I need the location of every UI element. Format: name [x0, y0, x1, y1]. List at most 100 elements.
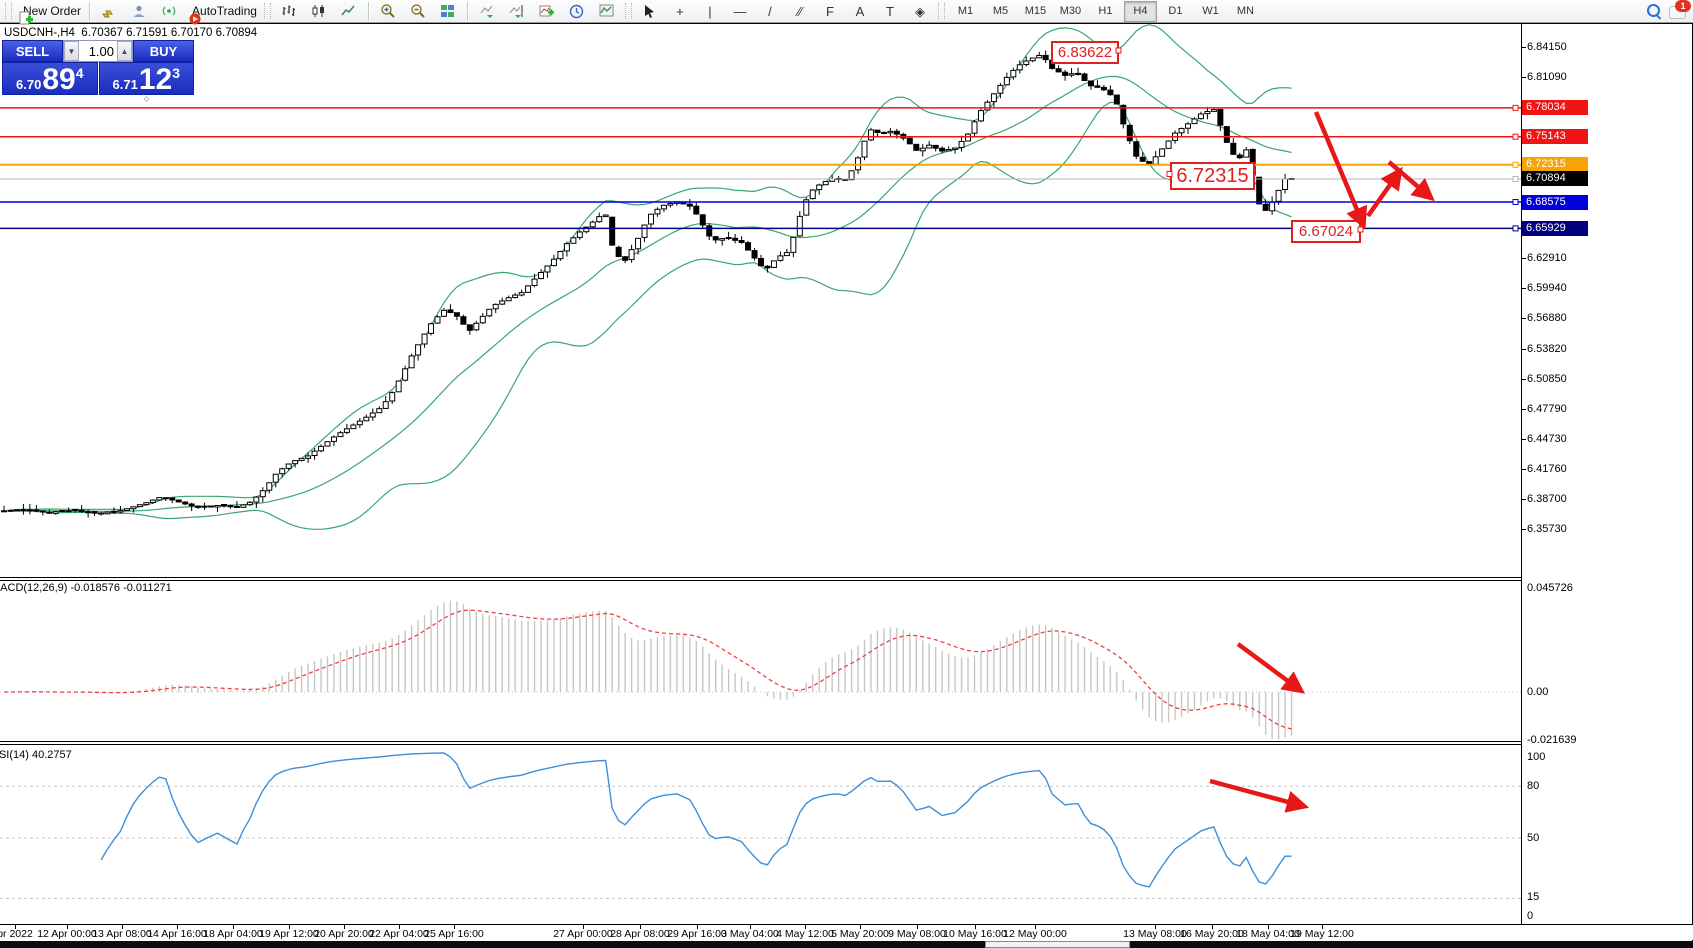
buy-button[interactable]: BUY — [133, 40, 194, 62]
crosshair-tool[interactable]: + — [665, 0, 695, 22]
price-callout[interactable]: 6.83622 — [1051, 41, 1119, 64]
signal-icon[interactable] — [154, 0, 184, 22]
autotrading-button[interactable]: AutoTrading — [184, 0, 261, 22]
trade-panel-collapse-handle[interactable]: ◇ — [144, 95, 149, 103]
time-axis-label: pr 2022 — [0, 928, 33, 940]
candle-body — [1114, 95, 1119, 104]
auto-scroll-button[interactable] — [472, 0, 502, 22]
sell-price[interactable]: 6.70894 — [2, 62, 98, 95]
candle-body — [150, 500, 155, 502]
macd-indicator-panel[interactable] — [0, 581, 1521, 741]
candle-body — [92, 512, 97, 513]
candle-body — [286, 464, 291, 468]
bar-chart-type-icon[interactable] — [274, 0, 304, 22]
buy-price-point: 3 — [172, 66, 180, 80]
cursor-tool[interactable] — [635, 0, 665, 22]
candle-body — [1088, 81, 1093, 86]
zoom-out-button[interactable] — [403, 0, 433, 22]
candle-body — [137, 505, 142, 507]
indicators-button[interactable]: ▾ — [532, 0, 562, 22]
zoom-in-button[interactable] — [373, 0, 403, 22]
candle-body — [519, 293, 524, 295]
horizontal-line-tool[interactable]: — — [725, 0, 755, 22]
timeframe-m5[interactable]: M5 — [984, 1, 1017, 22]
arrows-tool[interactable]: ◈ — [905, 0, 935, 22]
candle-body — [590, 222, 595, 227]
candle-body — [746, 243, 751, 250]
timeframe-m15[interactable]: M15 — [1019, 1, 1052, 22]
rsi-indicator-panel[interactable] — [0, 745, 1521, 924]
horizontal-scrollbar[interactable] — [0, 941, 1693, 948]
volume-input[interactable] — [79, 41, 117, 61]
price-axis-label: 6.50850 — [1527, 373, 1567, 385]
time-axis-label: 5 May 20:00 — [831, 928, 889, 940]
candle-body — [545, 266, 550, 272]
templates-button[interactable]: ▾ — [592, 0, 622, 22]
candle-body — [247, 502, 252, 504]
sell-price-major: 6.70 — [16, 78, 41, 92]
toolbar: New Order AutoTrading — [0, 0, 1693, 23]
sell-button[interactable]: SELL — [2, 40, 63, 62]
text-tool[interactable]: A — [845, 0, 875, 22]
timeframe-m30[interactable]: M30 — [1054, 1, 1087, 22]
text-label-tool[interactable]: T — [875, 0, 905, 22]
rsi-label: RSI(14) 40.2757 — [0, 749, 72, 761]
candle-body — [623, 257, 628, 261]
candle-body — [500, 301, 505, 304]
timeframe-d1[interactable]: D1 — [1159, 1, 1192, 22]
scrollbar-thumb[interactable] — [985, 941, 1130, 948]
timeframe-mn[interactable]: MN — [1229, 1, 1262, 22]
price-axis-label: 6.47790 — [1527, 403, 1567, 415]
candle-body — [273, 474, 278, 482]
candle-body — [649, 214, 654, 224]
candle-body — [1186, 124, 1191, 128]
equidistant-channel-tool[interactable]: ∕∕ — [785, 0, 815, 22]
bollinger-band-line — [10, 102, 1291, 529]
candle-body — [1276, 190, 1281, 201]
time-axis[interactable]: pr 202212 Apr 00:0013 Apr 08:0014 Apr 16… — [0, 925, 1693, 940]
arrows-tool-icon: ◈ — [915, 5, 925, 18]
toolbar-grip[interactable] — [625, 3, 632, 19]
mt4-window: New Order AutoTrading — [0, 0, 1693, 948]
toolbar-grip[interactable] — [938, 3, 945, 19]
candle-body — [817, 185, 822, 190]
deposit-icon[interactable] — [94, 0, 124, 22]
toolbar-grip[interactable] — [264, 3, 271, 19]
candle-body — [1101, 87, 1106, 89]
candle-body — [228, 506, 233, 507]
tile-windows-icon[interactable] — [433, 0, 463, 22]
vertical-line-tool[interactable]: | — [695, 0, 725, 22]
current-price-label: 6.70894 — [1522, 171, 1588, 186]
new-order-button[interactable]: New Order — [15, 0, 85, 22]
candle-body — [1179, 129, 1184, 133]
buy-price[interactable]: 6.71123 — [99, 62, 195, 95]
volume-increase-button[interactable]: ▲ — [117, 41, 132, 61]
volume-decrease-button[interactable]: ▼ — [64, 41, 79, 61]
candle-body — [422, 334, 427, 344]
fibonacci-tool[interactable]: F — [815, 0, 845, 22]
candle-body — [351, 425, 356, 429]
timeframe-w1[interactable]: W1 — [1194, 1, 1227, 22]
candle-body — [1198, 114, 1203, 119]
toolbar-grip[interactable] — [5, 3, 12, 19]
main-price-chart[interactable] — [0, 24, 1521, 578]
search-icon[interactable] — [1647, 4, 1661, 18]
notifications-icon[interactable]: 1 — [1669, 3, 1687, 19]
candlestick-chart-type-icon[interactable] — [304, 0, 334, 22]
timeframe-h4[interactable]: H4 — [1124, 1, 1157, 22]
price-callout[interactable]: 6.72315 — [1170, 162, 1255, 190]
timeframe-m1[interactable]: M1 — [949, 1, 982, 22]
candle-body — [1043, 55, 1048, 59]
periods-button[interactable]: ▾ — [562, 0, 592, 22]
price-callout[interactable]: 6.67024 — [1291, 220, 1361, 243]
candle-body — [849, 171, 854, 180]
candle-body — [603, 215, 608, 217]
timeframe-h1[interactable]: H1 — [1089, 1, 1122, 22]
profile-icon[interactable] — [124, 0, 154, 22]
line-chart-type-icon[interactable] — [334, 0, 364, 22]
trendline-tool[interactable]: / — [755, 0, 785, 22]
candle-body — [254, 497, 259, 502]
chart-shift-button[interactable] — [502, 0, 532, 22]
candle-body — [1127, 125, 1132, 140]
macd-label: MACD(12,26,9) -0.018576 -0.011271 — [0, 582, 172, 594]
